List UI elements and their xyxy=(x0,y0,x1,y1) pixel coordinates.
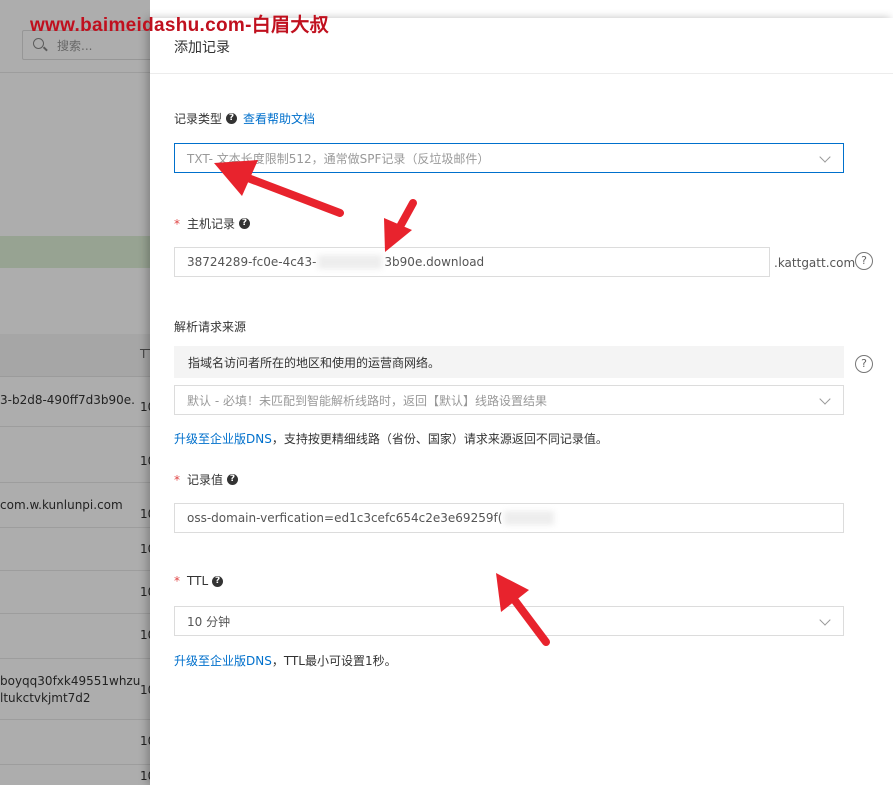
chevron-down-icon xyxy=(819,393,831,405)
watermark: www.baimeidashu.com-白眉大叔 xyxy=(30,15,329,36)
source-upgrade-note: 升级至企业版DNS，支持按更精细线路（省份、国家）请求来源返回不同记录值。 xyxy=(174,430,608,447)
required-marker: * xyxy=(174,472,180,487)
ttl-label: * TTL ? xyxy=(174,574,224,588)
ttl-select[interactable]: 10 分钟 xyxy=(174,606,844,636)
help-icon[interactable]: ? xyxy=(226,113,238,124)
help-icon[interactable]: ? xyxy=(227,474,239,485)
required-marker: * xyxy=(174,574,180,588)
domain-suffix: .kattgatt.com xyxy=(774,256,856,270)
record-type-value: TXT- 文本长度限制512，通常做SPF记录（反垃圾邮件） xyxy=(187,151,490,166)
source-hint-text: 指域名访问者所在的地区和使用的运营商网络。 xyxy=(188,355,441,370)
host-record-value-prefix: 38724289-fc0e-4c43- xyxy=(187,255,317,269)
view-help-doc-link[interactable]: 查看帮助文档 xyxy=(243,110,315,127)
help-icon[interactable]: ? xyxy=(212,575,224,587)
record-value-input[interactable]: oss-domain-verfication=ed1c3cefc654c2e3e… xyxy=(174,503,844,533)
modal-mask[interactable] xyxy=(0,0,150,785)
chevron-down-icon xyxy=(819,151,831,163)
chevron-down-icon xyxy=(819,614,831,626)
source-hint: 指域名访问者所在的地区和使用的运营商网络。 xyxy=(174,346,844,378)
source-upgrade-text: ，支持按更精细线路（省份、国家）请求来源返回不同记录值。 xyxy=(271,432,608,446)
ttl-value: 10 分钟 xyxy=(187,614,231,629)
host-record-label: * 主机记录 ? xyxy=(174,215,251,232)
required-marker: * xyxy=(174,216,180,231)
drawer-title: 添加记录 xyxy=(174,40,230,56)
record-type-select[interactable]: TXT- 文本长度限制512，通常做SPF记录（反垃圾邮件） xyxy=(174,143,844,173)
upgrade-enterprise-dns-link[interactable]: 升级至企业版DNS xyxy=(174,432,272,446)
help-circle-icon[interactable]: ? xyxy=(855,355,873,373)
record-value-label: * 记录值 ? xyxy=(174,471,239,488)
add-record-drawer: 添加记录 记录类型 ? 查看帮助文档 TXT- 文本长度限制512，通常做SPF… xyxy=(150,18,893,785)
source-line-select[interactable]: 默认 - 必填！未匹配到智能解析线路时，返回【默认】线路设置结果 xyxy=(174,385,844,415)
record-type-label: 记录类型 ? 查看帮助文档 xyxy=(174,110,315,127)
source-label-text: 解析请求来源 xyxy=(174,320,247,334)
record-type-label-text: 记录类型 xyxy=(174,112,223,126)
ttl-upgrade-note: 升级至企业版DNS，TTL最小可设置1秒。 xyxy=(174,652,397,669)
ttl-upgrade-text: ，TTL最小可设置1秒。 xyxy=(271,654,397,668)
redacted-blur xyxy=(318,255,383,269)
upgrade-enterprise-dns-link[interactable]: 升级至企业版DNS xyxy=(174,654,272,668)
source-label: 解析请求来源 xyxy=(174,318,246,335)
redacted-blur xyxy=(504,511,555,525)
record-value-label-text: 记录值 xyxy=(187,473,224,487)
ttl-label-text: TTL xyxy=(187,574,209,588)
source-line-value: 默认 - 必填！未匹配到智能解析线路时，返回【默认】线路设置结果 xyxy=(187,393,547,408)
host-record-input[interactable]: 38724289-fc0e-4c43- 3b90e.download xyxy=(174,247,770,277)
record-value-text: oss-domain-verfication=ed1c3cefc654c2e3e… xyxy=(187,511,503,525)
drawer-divider xyxy=(150,73,893,74)
host-record-label-text: 主机记录 xyxy=(187,217,236,231)
help-circle-icon[interactable]: ? xyxy=(855,252,873,270)
help-icon[interactable]: ? xyxy=(239,218,251,229)
host-record-value-suffix: 3b90e.download xyxy=(384,255,485,269)
